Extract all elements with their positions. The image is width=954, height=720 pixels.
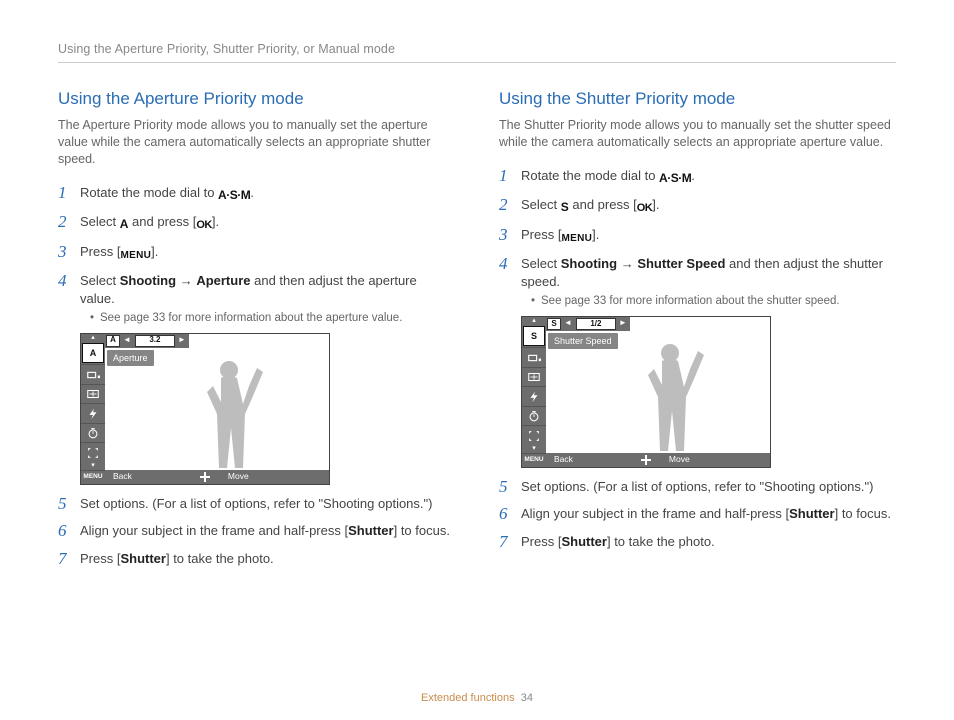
step-3: Press [MENU].: [58, 243, 455, 263]
step-2: Select S and press [OK].: [499, 196, 896, 216]
step-7: Press [Shutter] to take the photo.: [499, 533, 896, 551]
lcd-sidebar: ▴ A ■ ▾ MENU: [81, 334, 105, 484]
ok-icon: OK: [637, 201, 653, 216]
intro-shutter: The Shutter Priority mode allows you to …: [499, 117, 896, 151]
step-1: Rotate the mode dial to A·S·M.: [499, 167, 896, 186]
lcd-shutter: ▴ S ■ ▾ MENU S ◄: [521, 316, 771, 468]
lcd-cell-timer-icon: [81, 423, 105, 443]
lcd-cell-drive-icon: ■: [81, 364, 105, 384]
bullet-aperture: See page 33 for more information about t…: [90, 311, 455, 327]
lcd-mode-letter: A: [82, 343, 104, 364]
menu-icon: MENU: [120, 249, 151, 263]
arrow-left-icon: ◄: [561, 318, 575, 329]
menu-icon: MENU: [561, 232, 592, 246]
person-silhouette: [191, 356, 271, 474]
caret-down-icon: ▾: [81, 462, 105, 470]
bullet-shutter: See page 33 for more information about t…: [531, 294, 896, 310]
step-6: Align your subject in the frame and half…: [58, 522, 455, 540]
ok-icon: OK: [196, 218, 212, 233]
step-1: Rotate the mode dial to A·S·M.: [58, 184, 455, 203]
person-silhouette: [632, 339, 712, 457]
lcd-label: Aperture: [107, 350, 154, 366]
asm-icon: A·S·M: [218, 187, 250, 203]
lcd-cell-flash-icon: [522, 386, 546, 406]
svg-text:■: ■: [97, 374, 100, 380]
lcd-mode-letter: S: [523, 326, 545, 347]
footer-page: 34: [521, 692, 533, 704]
step-5: Set options. (For a list of options, ref…: [499, 478, 896, 496]
lcd-value: 3.2: [135, 335, 175, 347]
step-6: Align your subject in the frame and half…: [499, 505, 896, 523]
lcd-back: Back: [546, 454, 581, 465]
mode-s-icon: S: [561, 199, 569, 215]
caret-down-icon: ▾: [522, 445, 546, 453]
lcd-cell-focus-icon: [81, 442, 105, 462]
dpad-icon: [641, 455, 657, 465]
step-5: Set options. (For a list of options, ref…: [58, 495, 455, 513]
section-title-shutter: Using the Shutter Priority mode: [499, 89, 896, 109]
lcd-cell-ev-icon: [81, 384, 105, 404]
dpad-icon: [200, 472, 216, 482]
lcd-cell-timer-icon: [522, 406, 546, 426]
caret-up-icon: ▴: [522, 317, 546, 325]
step-7: Press [Shutter] to take the photo.: [58, 550, 455, 568]
step-4: Select Shooting → Aperture and then adju…: [58, 272, 455, 485]
step-4: Select Shooting → Shutter Speed and then…: [499, 255, 896, 468]
step-3: Press [MENU].: [499, 226, 896, 246]
footer: Extended functions 34: [0, 692, 954, 704]
breadcrumb: Using the Aperture Priority, Shutter Pri…: [58, 42, 896, 63]
arrow-right-icon: ►: [616, 318, 630, 329]
lcd-top-letter: A: [106, 335, 120, 347]
lcd-move: Move: [661, 454, 698, 465]
lcd-back: Back: [105, 471, 140, 482]
lcd-top-letter: S: [547, 318, 561, 330]
lcd-cell-drive-icon: ■: [522, 347, 546, 367]
asm-icon: A·S·M: [659, 170, 691, 186]
lcd-label: Shutter Speed: [548, 333, 618, 349]
lcd-menu-label: MENU: [522, 453, 546, 467]
lcd-cell-flash-icon: [81, 403, 105, 423]
lcd-value: 1/2: [576, 318, 616, 330]
arrow-left-icon: ◄: [120, 335, 134, 346]
step-2: Select A and press [OK].: [58, 213, 455, 233]
column-aperture: Using the Aperture Priority mode The Ape…: [58, 89, 455, 577]
lcd-cell-ev-icon: [522, 367, 546, 387]
caret-up-icon: ▴: [81, 334, 105, 342]
intro-aperture: The Aperture Priority mode allows you to…: [58, 117, 455, 168]
svg-text:■: ■: [538, 357, 541, 363]
lcd-cell-focus-icon: [522, 425, 546, 445]
lcd-aperture: ▴ A ■ ▾ MENU A ◄: [80, 333, 330, 485]
lcd-menu-label: MENU: [81, 470, 105, 484]
section-title-aperture: Using the Aperture Priority mode: [58, 89, 455, 109]
column-shutter: Using the Shutter Priority mode The Shut…: [499, 89, 896, 577]
lcd-move: Move: [220, 471, 257, 482]
footer-section: Extended functions: [421, 692, 515, 704]
arrow-right-icon: ►: [175, 335, 189, 346]
lcd-sidebar: ▴ S ■ ▾ MENU: [522, 317, 546, 467]
